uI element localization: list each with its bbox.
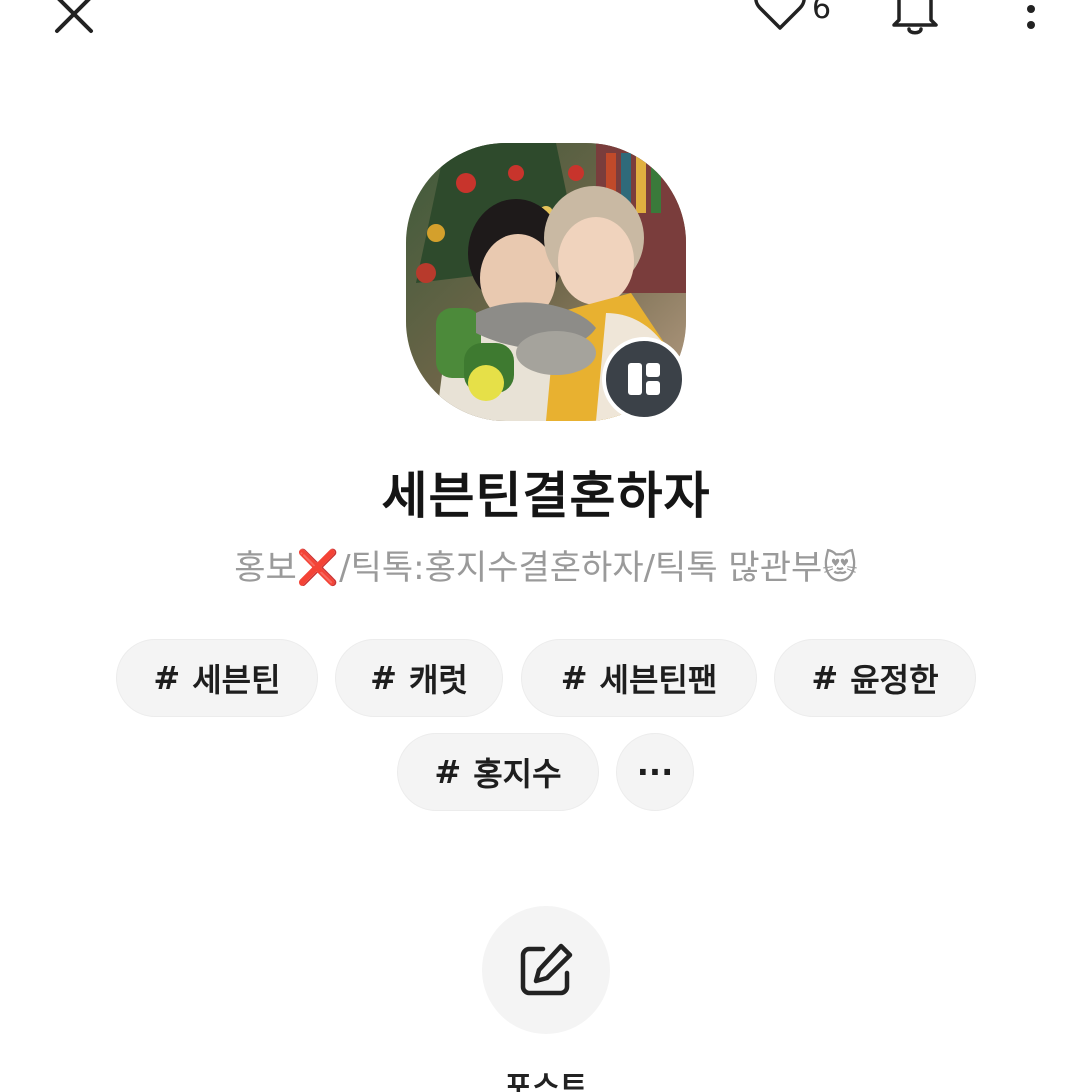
bio-text: /틱톡:홍지수결혼하자/틱톡 많관부 [339,548,823,588]
tag-chip-seventeen-fan[interactable]: # 세븐틴팬 [521,639,757,717]
post-label: 포스트 [504,1070,588,1092]
tag-chip-yoon-jeonghan[interactable]: # 윤정한 [774,639,976,717]
notification-button[interactable] [884,0,946,38]
profile-page: 6 세븐틴결혼하자 홍보❌/틱톡:홍지수결혼하자/틱톡 많관부😻 # 세븐틴 #… [0,0,1092,1092]
tag-label: 세븐틴팬 [599,661,718,699]
profile-bio: 홍보❌/틱톡:홍지수결혼하자/틱톡 많관부😻 [0,540,1092,589]
tags-more-button[interactable]: ··· [616,733,694,811]
post-button[interactable] [482,906,610,1034]
tag-label: 캐럿 [408,661,468,699]
hash-icon: # [434,753,462,791]
close-button[interactable] [40,0,108,48]
avatar-layout-badge[interactable] [602,337,686,421]
bio-prefix: 홍보 [234,548,297,588]
like-count: 6 [812,0,832,26]
tag-chip-carat[interactable]: # 캐럿 [335,639,503,717]
bell-icon [892,0,938,35]
tag-label: 세븐틴 [192,661,281,699]
hash-icon: # [370,659,397,697]
hash-icon: # [811,659,839,697]
cross-mark-icon: ❌ [296,548,340,588]
more-horizontal-icon: ··· [636,753,674,791]
tag-label: 윤정한 [850,661,939,699]
edit-icon [520,943,573,996]
hash-icon: # [153,659,181,697]
like-button[interactable]: 6 [752,0,831,38]
tag-chip-hong-jisoo[interactable]: # 홍지수 [397,733,599,811]
more-vertical-icon [1027,5,1035,29]
tag-label: 홍지수 [473,755,562,793]
close-icon [55,0,93,33]
tag-chip-seventeen[interactable]: # 세븐틴 [116,639,318,717]
profile-layout-icon [628,363,660,395]
heart-eyes-cat-icon: 😻 [822,548,858,588]
profile-avatar-container[interactable] [406,143,686,421]
hash-icon: # [560,659,588,697]
profile-name: 세븐틴결혼하자 [381,467,711,525]
more-options-button[interactable] [1004,0,1058,38]
heart-icon [754,0,806,30]
